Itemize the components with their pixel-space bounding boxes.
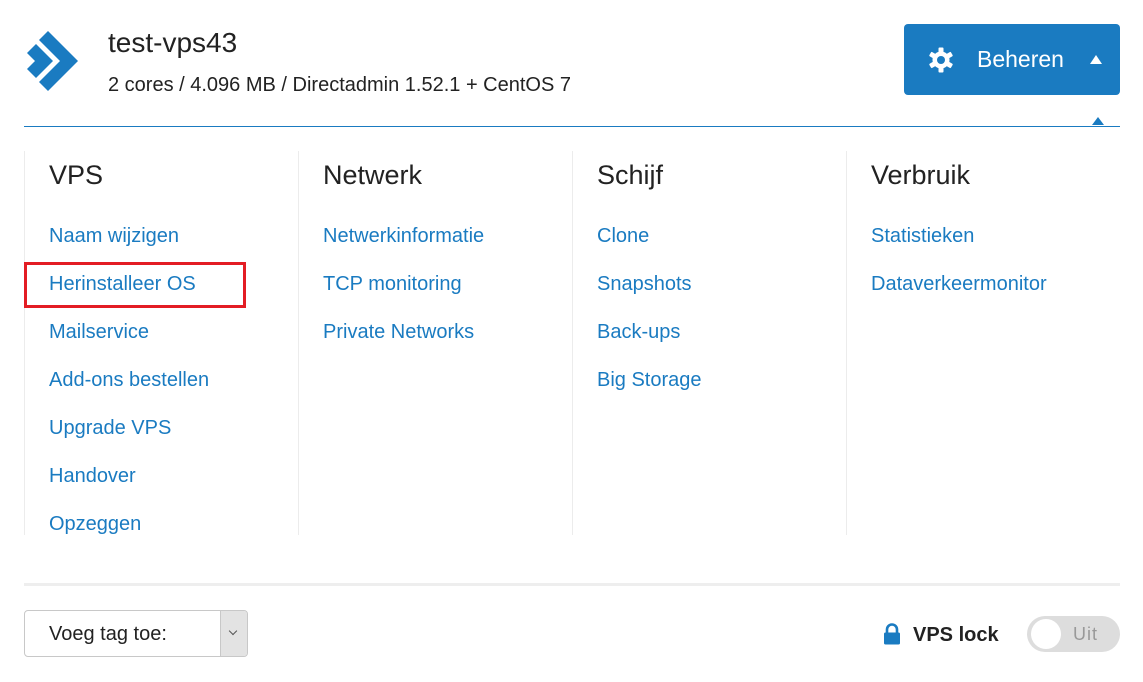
menu-item-upgrade-vps[interactable]: Upgrade VPS (49, 416, 171, 440)
add-tag-select-arrow[interactable] (220, 611, 247, 656)
menu-item-tcp-monitoring[interactable]: TCP monitoring (323, 272, 462, 296)
menu-item-clone[interactable]: Clone (597, 224, 649, 248)
add-tag-select[interactable]: Voeg tag toe: (24, 610, 248, 657)
menu-item-snapshots[interactable]: Snapshots (597, 272, 692, 296)
menu-divider (24, 126, 1120, 127)
menu-item-private-networks[interactable]: Private Networks (323, 320, 474, 344)
toggle-knob (1031, 619, 1061, 649)
menu-item-dataverkeermonitor[interactable]: Dataverkeermonitor (871, 272, 1047, 296)
manage-button[interactable]: Beheren (904, 24, 1120, 95)
column-heading: Verbruik (871, 160, 971, 190)
menu-item-back-ups[interactable]: Back-ups (597, 320, 680, 344)
caret-up-icon (1090, 55, 1102, 64)
logo-icon (27, 31, 78, 91)
menu-item-opzeggen[interactable]: Opzeggen (49, 512, 141, 536)
menu-column-netwerk: Netwerk Netwerkinformatie TCP monitoring… (298, 151, 572, 535)
menu-item-statistieken[interactable]: Statistieken (871, 224, 974, 248)
menu-pointer-icon (1092, 117, 1104, 125)
chevron-down-icon (228, 626, 238, 636)
menu-column-verbruik: Verbruik Statistieken Dataverkeermonitor (846, 151, 1121, 535)
vps-lock-toggle[interactable]: Uit (1027, 616, 1120, 652)
menu-item-big-storage[interactable]: Big Storage (597, 368, 702, 392)
menu-item-add-ons-bestellen[interactable]: Add-ons bestellen (49, 368, 209, 392)
column-heading: Schijf (597, 160, 664, 190)
menu-column-vps: VPS Naam wijzigen Herinstalleer OS Mails… (24, 151, 298, 535)
column-heading: Netwerk (323, 160, 423, 190)
column-heading: VPS (49, 160, 104, 190)
menu-item-netwerkinformatie[interactable]: Netwerkinformatie (323, 224, 484, 248)
manage-button-label: Beheren (977, 46, 1064, 72)
gear-icon (929, 47, 953, 73)
menu-item-herinstalleer-os[interactable]: Herinstalleer OS (49, 272, 196, 296)
menu-item-naam-wijzigen[interactable]: Naam wijzigen (49, 224, 179, 248)
add-tag-select-value: Voeg tag toe: (49, 623, 167, 645)
menu-item-handover[interactable]: Handover (49, 464, 136, 488)
menu-column-schijf: Schijf Clone Snapshots Back-ups Big Stor… (572, 151, 846, 535)
vps-lock-label: VPS lock (913, 624, 999, 646)
vps-page: test-vps43 2 cores / 4.096 MB / Directad… (0, 0, 1143, 682)
toggle-state-label: Uit (1073, 624, 1098, 644)
menu-item-mailservice[interactable]: Mailservice (49, 320, 149, 344)
footer-divider (24, 583, 1120, 586)
vps-title: test-vps43 (108, 27, 238, 58)
lock-icon (884, 623, 900, 645)
vps-specs: 2 cores / 4.096 MB / Directadmin 1.52.1 … (108, 74, 572, 96)
